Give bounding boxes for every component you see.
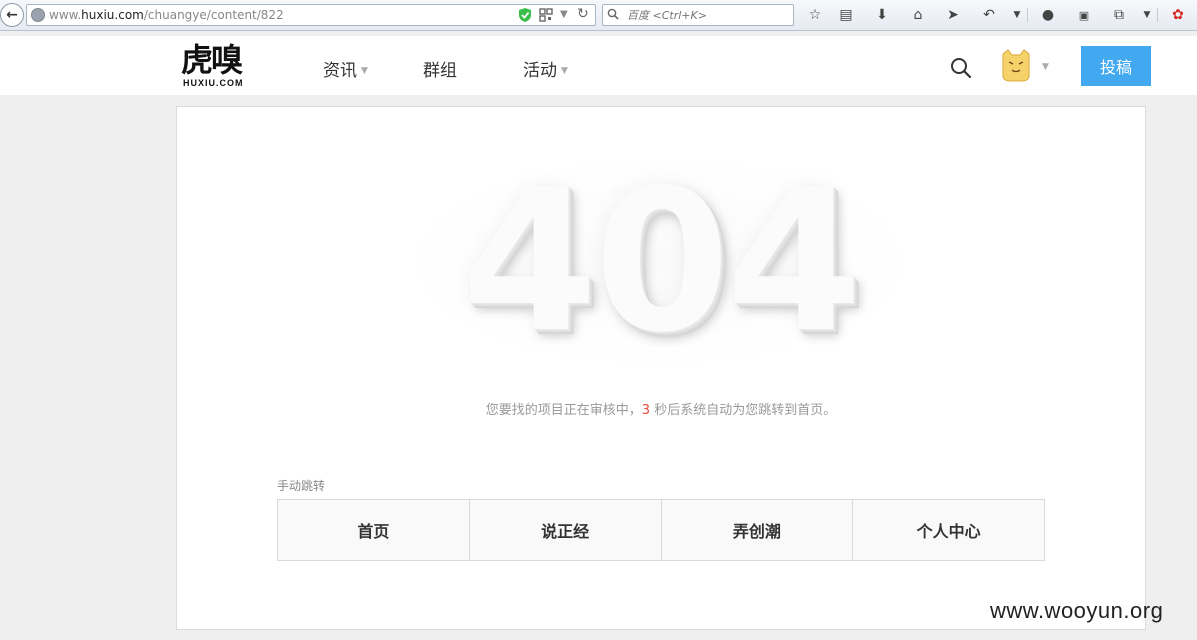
home-icon[interactable]: ⌂ [908, 5, 928, 25]
error-card: 404 您要找的项目正在审核中，3 秒后系统自动为您跳转到首页。 手动跳转 首页… [176, 106, 1146, 630]
send-icon[interactable]: ➤ [943, 5, 963, 25]
jump-link-zhengjing[interactable]: 说正经 [470, 500, 662, 560]
dropdown-icon[interactable]: ▼ [560, 9, 568, 20]
url-prefix: www. [49, 8, 82, 22]
url-text[interactable]: www.huxiu.com/chuangye/content/822 [49, 8, 284, 22]
browser-search-input[interactable] [627, 7, 787, 23]
back-icon[interactable]: ← [0, 3, 24, 27]
message-after: 秒后系统自动为您跳转到首页。 [650, 403, 837, 418]
toolbar-divider [1027, 8, 1028, 22]
manual-jump-label: 手动跳转 [277, 479, 326, 493]
reload-icon[interactable]: ↻ [577, 6, 589, 22]
undo-icon[interactable]: ↶ [979, 5, 999, 25]
error-code: 404 [461, 148, 862, 376]
nav-item-label: 群组 [423, 61, 457, 81]
reader-icon[interactable]: ▣ [1074, 5, 1094, 25]
toolbar-divider [1157, 8, 1158, 22]
browser-search-box[interactable] [602, 4, 794, 26]
crop-icon[interactable]: ⧉ [1109, 5, 1129, 25]
site-logo[interactable]: 虎嗅 HUXIU.COM [181, 42, 245, 92]
star-icon[interactable]: ☆ [805, 5, 825, 25]
download-icon[interactable]: ⬇ [872, 5, 892, 25]
nav-item-groups[interactable]: 群组 [423, 56, 457, 81]
jump-links: 首页 说正经 弄创潮 个人中心 [277, 499, 1045, 561]
url-domain: huxiu.com [81, 8, 144, 22]
site-header: 虎嗅 HUXIU.COM 资讯 ▼ 群组 活动 ▼ ▼ 投稿 [0, 36, 1197, 95]
search-icon [607, 8, 619, 20]
menu-dropdown-icon[interactable]: ▼ [1007, 5, 1027, 25]
nav-item-label: 活动 [523, 61, 557, 81]
address-bar[interactable]: www.huxiu.com/chuangye/content/822 ▼ ↻ [26, 4, 596, 26]
shield-icon[interactable] [518, 7, 532, 23]
extension-icon[interactable]: ✿ [1168, 5, 1188, 25]
logo-domain: HUXIU.COM [183, 78, 244, 88]
redirect-message: 您要找的项目正在审核中，3 秒后系统自动为您跳转到首页。 [177, 399, 1145, 418]
logo-text: 虎嗅 [181, 41, 243, 79]
globe-icon [31, 8, 45, 22]
jump-link-profile[interactable]: 个人中心 [853, 500, 1044, 560]
countdown-seconds: 3 [641, 403, 651, 418]
reading-list-icon[interactable]: ▤ [836, 5, 856, 25]
search-icon[interactable] [950, 57, 972, 79]
nav-item-label: 资讯 [323, 61, 357, 81]
qr-code-icon[interactable] [539, 8, 553, 22]
chevron-down-icon: ▼ [561, 66, 568, 76]
overflow-dropdown-icon[interactable]: ▼ [1137, 5, 1157, 25]
error-graphic: 404 [399, 152, 921, 372]
message-before: 您要找的项目正在审核中， [485, 403, 642, 418]
submit-article-button[interactable]: 投稿 [1081, 46, 1151, 86]
chevron-down-icon[interactable]: ▼ [1042, 62, 1049, 72]
browser-toolbar: ← www.huxiu.com/chuangye/content/822 ▼ ↻… [0, 0, 1197, 31]
nav-item-news[interactable]: 资讯 ▼ [323, 56, 368, 81]
url-path: /chuangye/content/822 [143, 8, 284, 22]
chevron-down-icon: ▼ [361, 66, 368, 76]
avatar[interactable] [1000, 48, 1032, 82]
user-icon[interactable]: ● [1038, 5, 1058, 25]
jump-link-home[interactable]: 首页 [278, 500, 470, 560]
nav-item-events[interactable]: 活动 ▼ [523, 56, 568, 81]
watermark: www.wooyun.org [990, 598, 1164, 623]
jump-link-chuangchao[interactable]: 弄创潮 [662, 500, 854, 560]
